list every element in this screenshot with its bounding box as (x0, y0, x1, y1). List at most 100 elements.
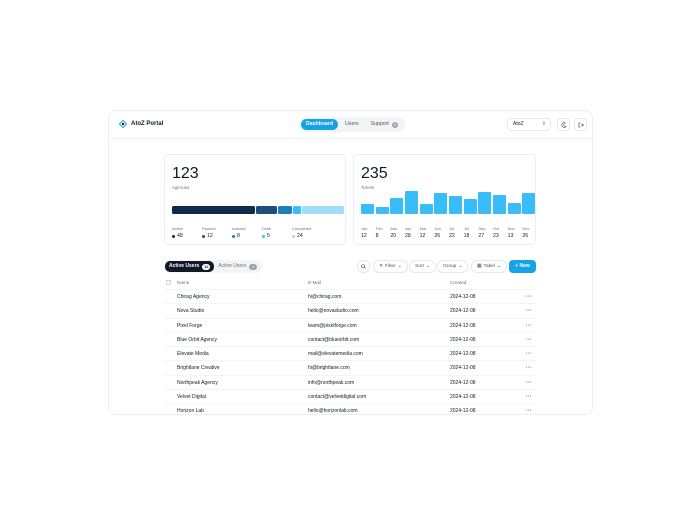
table-row[interactable]: Blue Orbit Agency contact@blueorbit.com 20… (164, 333, 536, 348)
view-label: Tabel (483, 264, 496, 269)
row-more-icon[interactable]: ··· (526, 290, 532, 304)
month-item: Jun 26 (434, 226, 447, 239)
status-item-draft: Draft 5 (262, 226, 280, 239)
row-more-icon[interactable]: ··· (526, 347, 532, 361)
tab-label: Active Users (218, 263, 247, 269)
nav-tab-label: Support (370, 121, 389, 127)
row-email: hello@novastudio.com (308, 308, 359, 315)
sort-button[interactable]: Sort ⌄ (409, 260, 436, 273)
status-value-row: 48 (172, 233, 190, 239)
status-dot (202, 234, 205, 238)
status-segment-inactive (277, 206, 292, 214)
tab-active-users-secondary[interactable]: Active Users 4 (214, 261, 261, 272)
top-header: AtoZ Portal Dashboard Users Support 3 At… (109, 111, 592, 139)
table-row[interactable]: Horizon Lab hello@horizonlab.com 2024-12-0… (164, 404, 536, 415)
row-name: Chirag Agency (177, 294, 210, 300)
status-item-inactive: Inactive 8 (232, 226, 250, 239)
month-value: 12 (361, 233, 367, 239)
select-all-checkbox[interactable] (166, 280, 171, 285)
month-value: 23 (493, 233, 499, 239)
column-header-email[interactable]: E-Mail (308, 277, 321, 289)
theme-toggle-button[interactable] (557, 118, 570, 131)
logout-button[interactable] (574, 118, 587, 131)
month-name: Feb (375, 226, 383, 231)
status-name: Active (172, 226, 183, 231)
tab-active-users[interactable]: Active Users 12 (165, 261, 215, 272)
row-more-icon[interactable]: ··· (526, 390, 532, 404)
new-button[interactable]: + New (509, 260, 536, 273)
table-row[interactable]: Nova Studio hello@novastudio.com 2024-12-0… (164, 304, 536, 319)
month-item: Apr 28 (405, 226, 418, 239)
agencies-table: Name E-Mail Created Chirag Agency hi@chir… (164, 277, 536, 415)
filter-button[interactable]: ✕ Filter ⌄ (373, 260, 408, 273)
status-value: 5 (267, 233, 270, 239)
row-more-icon[interactable]: ··· (526, 304, 532, 318)
status-value-row: 5 (262, 233, 280, 239)
close-icon: ✕ (379, 264, 384, 269)
row-email: hi@chirag.com (308, 294, 342, 300)
agencies-label: Agencies (172, 185, 190, 190)
row-created: 2024-12-08 (450, 336, 476, 343)
agencies-card: 123 Agencies Active 48 Paused 12 Inactive 8 Dr… (164, 154, 346, 245)
table-row[interactable]: Chirag Agency hi@chirag.com 2024-12-08 ··· (164, 290, 536, 305)
brand[interactable]: AtoZ Portal (119, 120, 163, 128)
table-row[interactable]: Elevate Media mail@elevatemedia.com 2024-1… (164, 347, 536, 362)
view-button[interactable]: ▦ Tabel ⌄ (471, 260, 508, 273)
row-more-icon[interactable]: ··· (526, 376, 532, 390)
chevron-down-icon: ⌄ (397, 264, 402, 269)
support-badge: 3 (391, 121, 398, 128)
month-value: 26 (434, 233, 441, 239)
month-bar (434, 192, 448, 214)
row-email: mail@elevatemedia.com (308, 351, 363, 358)
brand-name: AtoZ Portal (131, 121, 164, 127)
search-button[interactable] (357, 260, 370, 273)
table-row[interactable]: Pixel Forge team@pixelforge.com 2024-12-08… (164, 319, 536, 333)
month-bar (375, 207, 389, 214)
row-more-icon[interactable]: ··· (526, 319, 532, 333)
row-name: Nova Studio (177, 308, 205, 315)
row-more-icon[interactable]: ··· (526, 361, 532, 375)
month-value: 20 (390, 233, 397, 239)
table-row[interactable]: Northpeak Agency info@northpeak.com 2024-1… (164, 376, 536, 391)
tickets-total: 235 (361, 165, 388, 182)
status-name: Draft (262, 226, 271, 231)
brand-logo-icon (119, 120, 127, 128)
month-value: 8 (375, 233, 379, 239)
nav-tab-users[interactable]: Users (340, 119, 364, 130)
row-created: 2024-12-08 (450, 351, 476, 358)
row-more-icon[interactable]: ··· (526, 404, 532, 414)
group-button[interactable]: Group ⌄ (437, 260, 469, 273)
group-label: Group (443, 264, 457, 269)
row-name: Northpeak Agency (177, 379, 218, 386)
nav-tab-support[interactable]: Support 3 (366, 119, 403, 130)
month-item: Jan 12 (361, 226, 374, 239)
month-bar (522, 192, 536, 214)
month-name: Sep (478, 226, 486, 231)
month-bar (463, 199, 477, 214)
status-dot (292, 234, 295, 238)
org-select[interactable]: AtoZ ⇕ (507, 118, 551, 131)
chevron-down-icon: ⌄ (425, 264, 430, 269)
month-name: Oct (493, 226, 500, 231)
month-item: Mar 20 (390, 226, 403, 239)
month-name: Dec (522, 226, 530, 231)
column-header-created[interactable]: Created (450, 277, 466, 289)
status-value: 48 (177, 233, 183, 239)
row-created: 2024-12-08 (450, 408, 476, 415)
month-name: Jul (449, 226, 455, 231)
tickets-monthly-list: Jan 12 Feb 8 Mar 20 Apr 28 Mar 12 Jun 26 Jul 22 Jul 18 S… (361, 226, 537, 242)
row-name: Horizon Lab (177, 408, 204, 415)
chevron-updown-icon: ⇕ (541, 121, 546, 127)
row-created: 2024-12-08 (450, 365, 476, 372)
month-value: 13 (507, 233, 514, 239)
table-row[interactable]: Brightlane Creative hi@brightlane.com 2024… (164, 361, 536, 376)
month-item: Mar 12 (420, 226, 433, 239)
month-name: Nov (507, 226, 515, 231)
table-icon: ▦ (477, 264, 482, 269)
row-more-icon[interactable]: ··· (526, 333, 532, 347)
table-row[interactable]: Velvet Digital contact@velvetdigital.com 2… (164, 390, 536, 405)
month-bar (419, 204, 433, 214)
nav-tab-dashboard[interactable]: Dashboard (301, 119, 339, 130)
table-toolbar: Active Users 12 Active Users 4 ✕ Filter … (109, 260, 592, 274)
column-header-name[interactable]: Name (177, 277, 189, 289)
